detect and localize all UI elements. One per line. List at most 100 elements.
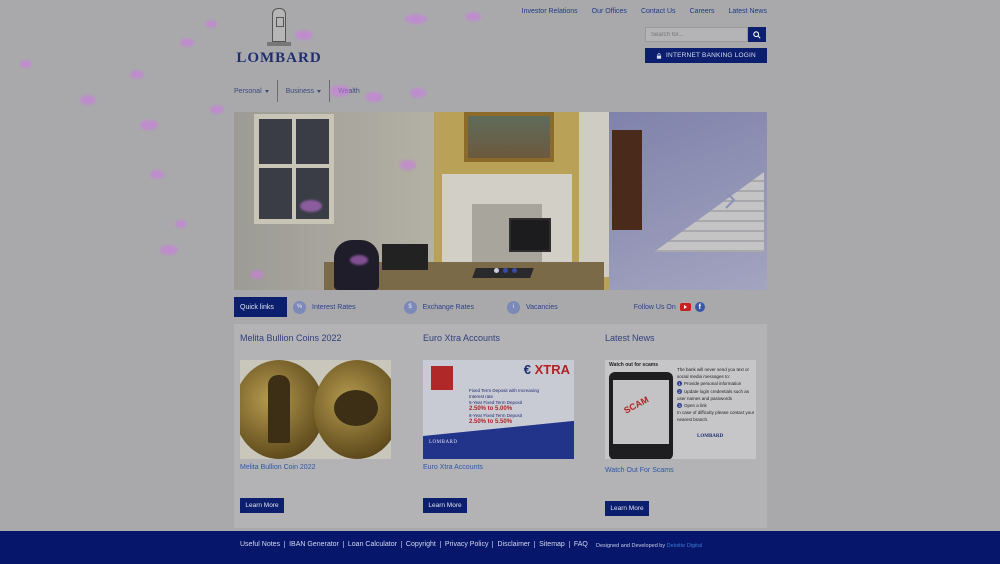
quick-link-vacancies[interactable]: i Vacancies	[506, 300, 558, 314]
xtra-brand: € XTRA	[523, 362, 570, 377]
panel-latest-news: Latest News Watch out for scams SCAM The…	[599, 324, 759, 528]
learn-more-button[interactable]: Learn More	[605, 501, 649, 516]
scam-outro: In case of difficulty please contact you…	[677, 410, 755, 423]
xtra-logo: LOMBARD	[429, 440, 458, 445]
panel-title: Melita Bullion Coins 2022	[240, 333, 342, 343]
search-form	[645, 27, 766, 42]
overlay-blob	[250, 270, 264, 279]
overlay-blob	[175, 220, 187, 228]
search-input[interactable]	[645, 27, 748, 42]
follow-us-label: Follow Us On	[633, 303, 676, 311]
carousel-next-icon[interactable]	[723, 190, 737, 210]
xtra-ad-text: Fixed Term Deposit with Increasing Inter…	[469, 388, 539, 427]
percent-icon: %	[293, 300, 306, 314]
carousel-dot[interactable]	[494, 268, 499, 273]
page: Investor Relations Our Offices Contact U…	[0, 0, 1000, 564]
footer-link-disclaimer[interactable]: Disclaimer	[492, 541, 534, 548]
learn-more-button[interactable]: Learn More	[423, 498, 467, 513]
scam-logo: LOMBARD	[697, 434, 724, 439]
caret-down-icon	[317, 89, 322, 93]
carousel-dot[interactable]	[512, 268, 517, 273]
lombard-emblem-icon	[266, 6, 292, 46]
top-link-careers[interactable]: Careers	[690, 8, 715, 15]
xtra-brand-text: XTRA	[534, 362, 570, 377]
exchange-icon: $	[403, 300, 417, 314]
overlay-blob	[300, 200, 322, 212]
nav-business[interactable]: Business	[276, 80, 329, 102]
scam-title: Watch out for scams	[609, 362, 658, 368]
red-badge	[431, 366, 453, 390]
overlay-blob	[150, 170, 164, 179]
phone-icon: SCAM	[609, 372, 673, 459]
follow-us: Follow Us On f	[634, 302, 705, 312]
top-link-investor-relations[interactable]: Investor Relations	[522, 8, 578, 15]
footer-link-useful-notes[interactable]: Useful Notes	[240, 541, 284, 548]
panel-caption-link[interactable]: Watch Out For Scams	[605, 467, 674, 474]
panel-bullion-coins: Melita Bullion Coins 2022 Melita Bullion…	[234, 324, 394, 528]
top-link-our-offices[interactable]: Our Offices	[592, 8, 627, 15]
facebook-icon[interactable]: f	[694, 302, 705, 312]
logo-wordmark: LOMBARD	[236, 50, 322, 66]
search-icon	[753, 30, 761, 39]
overlay-blob	[465, 12, 481, 21]
internet-banking-label: INTERNET BANKING LOGIN	[666, 52, 756, 59]
quick-link-interest-rates[interactable]: % Interest Rates	[293, 300, 356, 314]
scam-point: Update login credentials such as user na…	[677, 388, 750, 401]
internet-banking-login-button[interactable]: INTERNET BANKING LOGIN	[645, 48, 767, 63]
overlay-blob	[295, 30, 313, 40]
hero-chair	[334, 240, 379, 290]
footer-link-loan-calculator[interactable]: Loan Calculator	[342, 541, 401, 548]
overlay-blob	[410, 88, 426, 98]
footer-credit: Designed and Developed by Deloitte Digit…	[596, 543, 702, 549]
vacancies-icon: i	[506, 300, 520, 314]
panel-caption-link[interactable]: Melita Bullion Coin 2022	[240, 464, 316, 471]
youtube-icon[interactable]	[679, 303, 691, 311]
top-link-latest-news[interactable]: Latest News	[728, 8, 767, 15]
xtra-rate1: 2.50% to 5.00%	[469, 405, 513, 412]
overlay-blob	[140, 120, 158, 130]
quick-links-label: Quick links	[234, 297, 287, 317]
panel-caption-link[interactable]: Euro Xtra Accounts	[423, 464, 483, 471]
footer-link-iban-generator[interactable]: IBAN Generator	[284, 541, 343, 548]
nav-business-label: Business	[285, 87, 315, 95]
lock-icon	[656, 52, 662, 59]
quick-link-exchange-rates-label: Exchange Rates	[422, 303, 474, 311]
xtra-line1: Fixed Term Deposit with Increasing Inter…	[469, 388, 539, 399]
footer: Useful Notes IBAN Generator Loan Calcula…	[0, 531, 1000, 564]
search-button[interactable]	[748, 27, 766, 42]
footer-link-sitemap[interactable]: Sitemap	[534, 541, 569, 548]
overlay-blob	[400, 160, 416, 170]
panel-title: Latest News	[605, 333, 655, 343]
top-link-contact-us[interactable]: Contact Us	[641, 8, 676, 15]
overlay-blob	[365, 92, 383, 102]
quick-link-interest-rates-label: Interest Rates	[312, 303, 356, 311]
bullion-coins-image[interactable]	[240, 360, 391, 459]
top-utility-nav: Investor Relations Our Offices Contact U…	[522, 8, 767, 15]
nav-personal-label: Personal	[234, 87, 262, 95]
quick-link-vacancies-label: Vacancies	[525, 303, 558, 311]
hero-window	[254, 114, 334, 224]
caret-down-icon	[264, 89, 269, 93]
panel-title: Euro Xtra Accounts	[423, 333, 501, 343]
content-panels: Melita Bullion Coins 2022 Melita Bullion…	[234, 324, 767, 528]
carousel-indicators	[494, 268, 517, 273]
quick-link-exchange-rates[interactable]: $ Exchange Rates	[403, 300, 474, 314]
credit-brand-link[interactable]: Deloitte Digital	[667, 543, 702, 549]
footer-link-copyright[interactable]: Copyright	[400, 541, 440, 548]
learn-more-button[interactable]: Learn More	[240, 498, 284, 513]
overlay-blob	[20, 60, 32, 68]
scam-warning-image[interactable]: Watch out for scams SCAM The bank will n…	[605, 360, 756, 459]
nav-personal[interactable]: Personal	[234, 80, 277, 102]
euro-xtra-image[interactable]: € XTRA Fixed Term Deposit with Increasin…	[423, 360, 574, 459]
footer-links: Useful Notes IBAN Generator Loan Calcula…	[240, 541, 592, 548]
footer-link-privacy-policy[interactable]: Privacy Policy	[439, 541, 493, 548]
footer-link-faq[interactable]: FAQ	[568, 541, 592, 548]
scam-point: Provide personal information	[684, 381, 742, 387]
carousel-dot[interactable]	[503, 268, 508, 273]
quick-links-bar: Quick links % Interest Rates $ Exchange …	[234, 297, 767, 317]
hero-fireplace	[442, 174, 572, 274]
hero-monitor	[509, 218, 551, 252]
hero-painting	[464, 112, 554, 162]
overlay-blob	[160, 245, 178, 255]
scam-intro: The bank will never send you text or soc…	[677, 367, 750, 380]
